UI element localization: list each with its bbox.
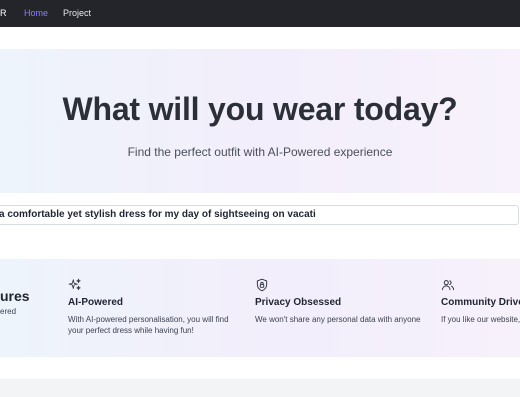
outfit-prompt-value: a comfortable yet stylish dress for my d… xyxy=(0,209,316,220)
features-heading: ures xyxy=(0,288,30,304)
hero-subtitle: Find the perfect outfit with AI-Powered … xyxy=(127,145,393,159)
sparkles-icon xyxy=(68,278,82,292)
shield-lock-icon xyxy=(255,278,269,292)
footer-strip xyxy=(0,379,520,397)
top-navbar: R Home Project xyxy=(0,0,520,27)
feature-desc-privacy-line1: We won't share any personal data with an… xyxy=(255,315,421,324)
feature-title-privacy: Privacy Obsessed xyxy=(255,297,342,308)
outfit-prompt-input[interactable]: a comfortable yet stylish dress for my d… xyxy=(0,205,519,225)
hero-title: What will you wear today? xyxy=(62,91,458,127)
features-section xyxy=(0,259,520,357)
feature-desc-ai-powered-line2: your perfect dress while having fun! xyxy=(68,326,194,335)
nav-link-home[interactable]: Home xyxy=(24,8,48,18)
feature-title-community: Community Driven xyxy=(441,297,520,308)
feature-desc-ai-powered-line1: With AI-powered personalisation, you wil… xyxy=(68,315,229,324)
nav-link-project[interactable]: Project xyxy=(63,8,91,18)
brand-name[interactable]: R xyxy=(0,8,7,18)
users-icon xyxy=(441,278,455,292)
features-subheading: ered xyxy=(0,307,17,316)
feature-title-ai-powered: AI-Powered xyxy=(68,297,124,308)
feature-desc-community-line1: If you like our website, xyxy=(441,315,520,324)
